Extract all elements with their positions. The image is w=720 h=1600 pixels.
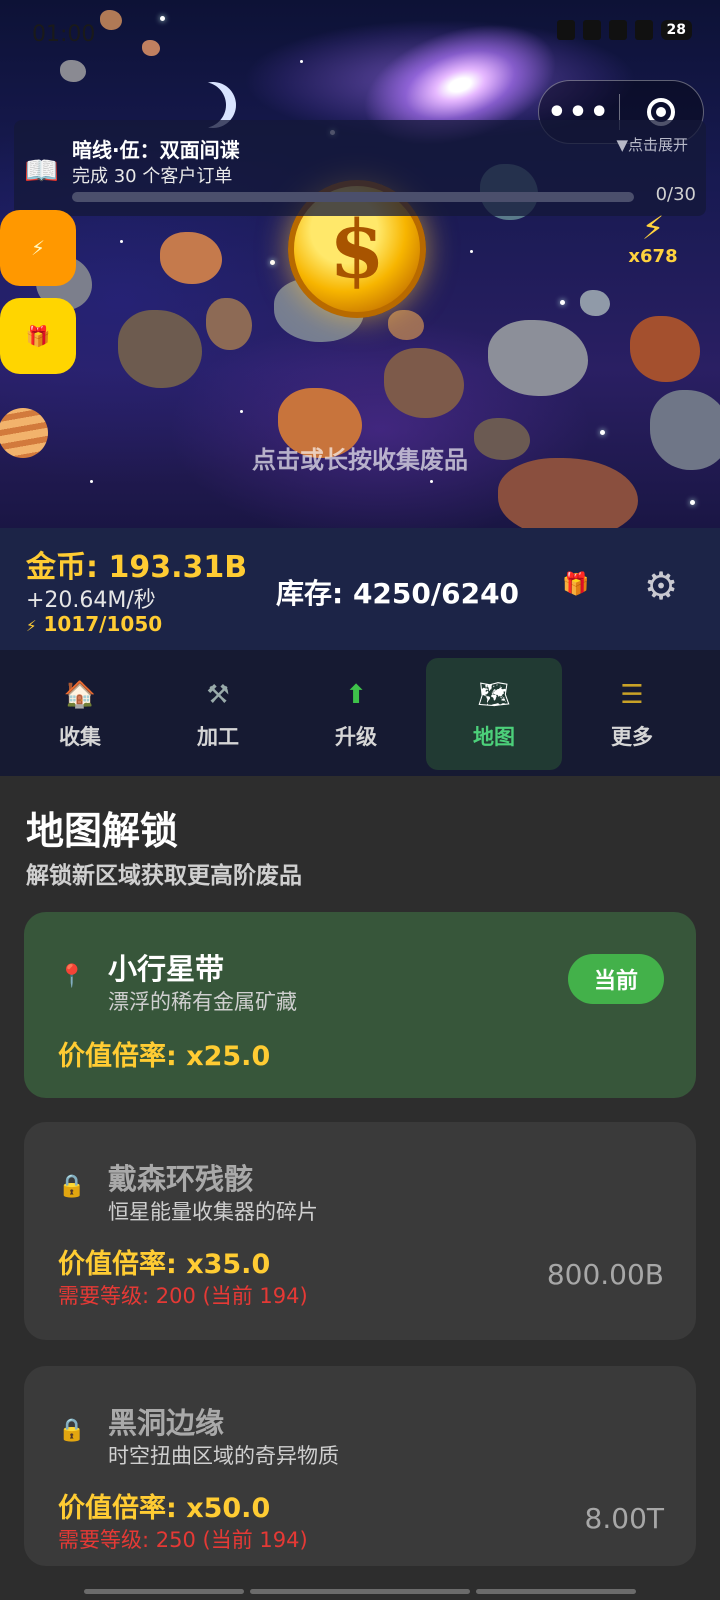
asteroid-decoration — [388, 310, 424, 340]
tab-label: 地图 — [473, 725, 515, 749]
tab-upgrade[interactable]: ⬆ 升级 — [288, 658, 424, 770]
map-unlock-panel: 地图解锁 解锁新区域获取更高阶废品 📍 小行星带 漂浮的稀有金属矿藏 价值倍率:… — [0, 776, 720, 1600]
quest-expand-toggle[interactable]: ▼点击展开 — [616, 134, 688, 155]
quest-banner[interactable]: 📖 暗线·伍：双面间谍 完成 30 个客户订单 ▼点击展开 0/30 — [14, 120, 706, 216]
gold-rate: +20.64M/秒 — [26, 588, 156, 613]
inventory-count: 库存: 4250/6240 — [276, 577, 520, 610]
tab-bar: 🏠 收集 ⚒ 加工 ⬆ 升级 🗺 地图 ☰ 更多 — [0, 650, 720, 776]
energy-boost-button[interactable]: ⚡ — [0, 210, 76, 286]
star-decoration — [430, 480, 433, 483]
star-decoration — [90, 480, 93, 483]
star-decoration — [120, 240, 123, 243]
value-multiplier: 价值倍率: x35.0 — [58, 1249, 271, 1280]
reward-button[interactable]: 🎁 — [0, 298, 76, 374]
tab-map[interactable]: 🗺 地图 — [426, 658, 562, 770]
asteroid-decoration — [206, 298, 252, 350]
tab-label: 加工 — [197, 725, 239, 749]
area-description: 恒星能量收集器的碎片 — [108, 1200, 318, 1224]
tab-more[interactable]: ☰ 更多 — [564, 658, 700, 770]
lightning-icon: ⚡ — [30, 236, 46, 260]
value-multiplier: 价值倍率: x25.0 — [58, 1041, 271, 1072]
book-icon: 📖 — [24, 154, 59, 187]
gold-amount: 金币: 193.31B — [26, 550, 248, 585]
level-requirement: 需要等级: 250 (当前 194) — [58, 1528, 308, 1552]
area-name: 小行星带 — [108, 952, 225, 986]
unlock-cost-button[interactable]: 8.00T — [585, 1502, 664, 1535]
tab-label: 升级 — [335, 725, 377, 749]
menu-icon: ☰ — [620, 680, 644, 710]
collect-hint: 点击或长按收集废品 — [252, 446, 468, 474]
house-icon: 🏠 — [63, 680, 97, 710]
asteroid-decoration — [630, 316, 700, 382]
lightning-icon: ⚡ — [26, 617, 37, 635]
asteroid-decoration — [488, 320, 588, 396]
area-name: 黑洞边缘 — [108, 1406, 225, 1440]
tab-collect[interactable]: 🏠 收集 — [12, 658, 148, 770]
stats-panel: 金币: 193.31B +20.64M/秒 ⚡ 1017/1050 库存: 42… — [0, 528, 720, 650]
star-decoration — [600, 430, 605, 435]
area-card-locked[interactable]: 🔒 黑洞边缘 时空扭曲区域的奇异物质 价值倍率: x50.0 需要等级: 250… — [24, 1366, 696, 1566]
signal-icon — [608, 20, 627, 40]
energy-multiplier-badge[interactable]: ⚡ x678 — [608, 210, 698, 296]
value-multiplier: 价值倍率: x50.0 — [58, 1493, 271, 1524]
arrow-up-icon: ⬆ — [345, 680, 367, 710]
energy-multiplier: x678 — [628, 246, 678, 267]
current-badge: 当前 — [568, 954, 664, 1004]
unlock-cost-button[interactable]: 800.00B — [547, 1258, 664, 1291]
star-decoration — [560, 300, 565, 305]
quest-description: 完成 30 个客户订单 — [72, 166, 233, 187]
lock-icon: 🔒 — [58, 1418, 86, 1443]
asteroid-decoration — [118, 310, 202, 388]
home-indicator — [0, 1589, 720, 1594]
asteroid-decoration — [160, 232, 222, 284]
wifi-icon — [634, 20, 653, 40]
gear-icon[interactable]: ⚙ — [644, 564, 678, 608]
asteroid-decoration — [384, 348, 464, 418]
location-pin-icon: 📍 — [58, 964, 86, 989]
area-description: 时空扭曲区域的奇异物质 — [108, 1444, 339, 1468]
clock: 01:00 — [32, 22, 96, 47]
star-decoration — [240, 410, 243, 413]
notification-icon — [556, 20, 575, 40]
tab-process[interactable]: ⚒ 加工 — [150, 658, 286, 770]
quest-progress-text: 0/30 — [655, 184, 696, 205]
level-requirement: 需要等级: 200 (当前 194) — [58, 1284, 308, 1308]
tab-label: 更多 — [611, 725, 653, 749]
map-icon: 🗺 — [477, 680, 511, 710]
quest-progress-bar — [72, 192, 634, 202]
dollar-sign-icon: $ — [329, 202, 385, 296]
lightning-icon: ⚡ — [641, 209, 665, 247]
star-decoration — [270, 260, 275, 265]
area-name: 戴森环残骸 — [108, 1162, 254, 1196]
star-decoration — [470, 250, 473, 253]
tab-label: 收集 — [59, 725, 101, 749]
energy-value: 1017/1050 — [43, 612, 163, 636]
battery-icon: 28 — [660, 20, 692, 40]
asteroid-decoration — [580, 290, 610, 316]
gift-icon[interactable]: 🎁 — [562, 572, 589, 597]
page-subtitle: 解锁新区域获取更高阶废品 — [26, 863, 302, 889]
gift-icon: 🎁 — [25, 324, 51, 348]
area-description: 漂浮的稀有金属矿藏 — [108, 990, 297, 1014]
area-card-current[interactable]: 📍 小行星带 漂浮的稀有金属矿藏 价值倍率: x25.0 当前 — [24, 912, 696, 1098]
lock-icon: 🔒 — [58, 1174, 86, 1199]
sim-icon — [582, 20, 601, 40]
energy-amount: ⚡ 1017/1050 — [26, 612, 162, 636]
status-icons: 28 — [556, 20, 692, 40]
hammer-icon: ⚒ — [206, 680, 230, 710]
status-bar: 01:00 28 — [0, 0, 720, 64]
quest-title: 暗线·伍：双面间谍 — [72, 138, 240, 162]
area-card-locked[interactable]: 🔒 戴森环残骸 恒星能量收集器的碎片 价值倍率: x35.0 需要等级: 200… — [24, 1122, 696, 1340]
page-title: 地图解锁 — [26, 809, 179, 853]
star-decoration — [690, 500, 695, 505]
